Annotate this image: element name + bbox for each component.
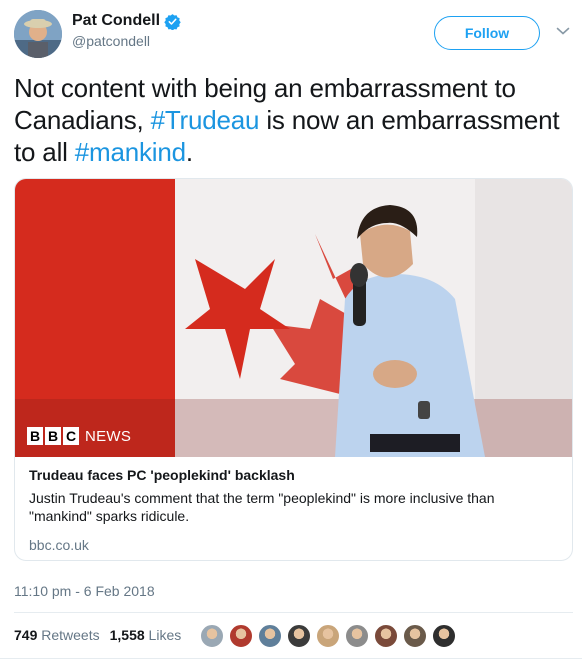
bbc-letter: B (27, 427, 43, 445)
liker-avatar[interactable] (374, 624, 398, 648)
hashtag-link[interactable]: #Trudeau (151, 105, 260, 135)
divider (14, 612, 573, 613)
bbc-letter: C (63, 427, 79, 445)
tweet-text-segment: . (185, 137, 193, 167)
likes-count: 1,558 (109, 627, 145, 643)
author-handle[interactable]: @patcondell (72, 33, 181, 49)
avatar-image (14, 10, 62, 58)
liker-avatar[interactable] (287, 624, 311, 648)
liker-avatar[interactable] (200, 624, 224, 648)
link-preview-card[interactable]: B B C NEWS Trudeau faces PC 'peoplekind'… (14, 178, 573, 561)
verified-badge-icon (164, 13, 181, 30)
bbc-letter: B (45, 427, 61, 445)
bbc-news-label: NEWS (85, 427, 132, 445)
author-name[interactable]: Pat Condell (72, 12, 160, 30)
author-name-row[interactable]: Pat Condell (72, 12, 181, 30)
likes-stat[interactable]: 1,558 Likes (110, 627, 182, 643)
liker-avatars (200, 624, 456, 648)
card-title: Trudeau faces PC 'peoplekind' backlash (29, 467, 295, 483)
card-description: Justin Trudeau's comment that the term "… (29, 490, 495, 524)
tweet-text: Not content with being an embarrassment … (14, 72, 574, 168)
liker-avatar[interactable] (316, 624, 340, 648)
liker-avatar[interactable] (432, 624, 456, 648)
author-block: Pat Condell @patcondell (72, 12, 181, 49)
hashtag-link[interactable]: #mankind (75, 137, 186, 167)
card-domain: bbc.co.uk (29, 537, 89, 553)
chevron-down-icon[interactable] (556, 26, 570, 36)
avatar[interactable] (14, 10, 62, 58)
retweets-label: Retweets (41, 627, 100, 643)
card-body: Trudeau faces PC 'peoplekind' backlash J… (29, 467, 559, 553)
liker-avatar[interactable] (258, 624, 282, 648)
liker-avatar[interactable] (229, 624, 253, 648)
retweets-stat[interactable]: 749 Retweets (14, 627, 100, 643)
tweet-timestamp[interactable]: 11:10 pm - 6 Feb 2018 (14, 583, 155, 599)
bbc-news-logo: B B C NEWS (27, 425, 131, 447)
liker-avatar[interactable] (403, 624, 427, 648)
engagement-stats: 749 Retweets 1,558 Likes (14, 627, 181, 643)
retweets-count: 749 (14, 627, 38, 643)
liker-avatar[interactable] (345, 624, 369, 648)
follow-button[interactable]: Follow (434, 16, 540, 50)
card-image (15, 179, 572, 457)
likes-label: Likes (148, 627, 182, 643)
